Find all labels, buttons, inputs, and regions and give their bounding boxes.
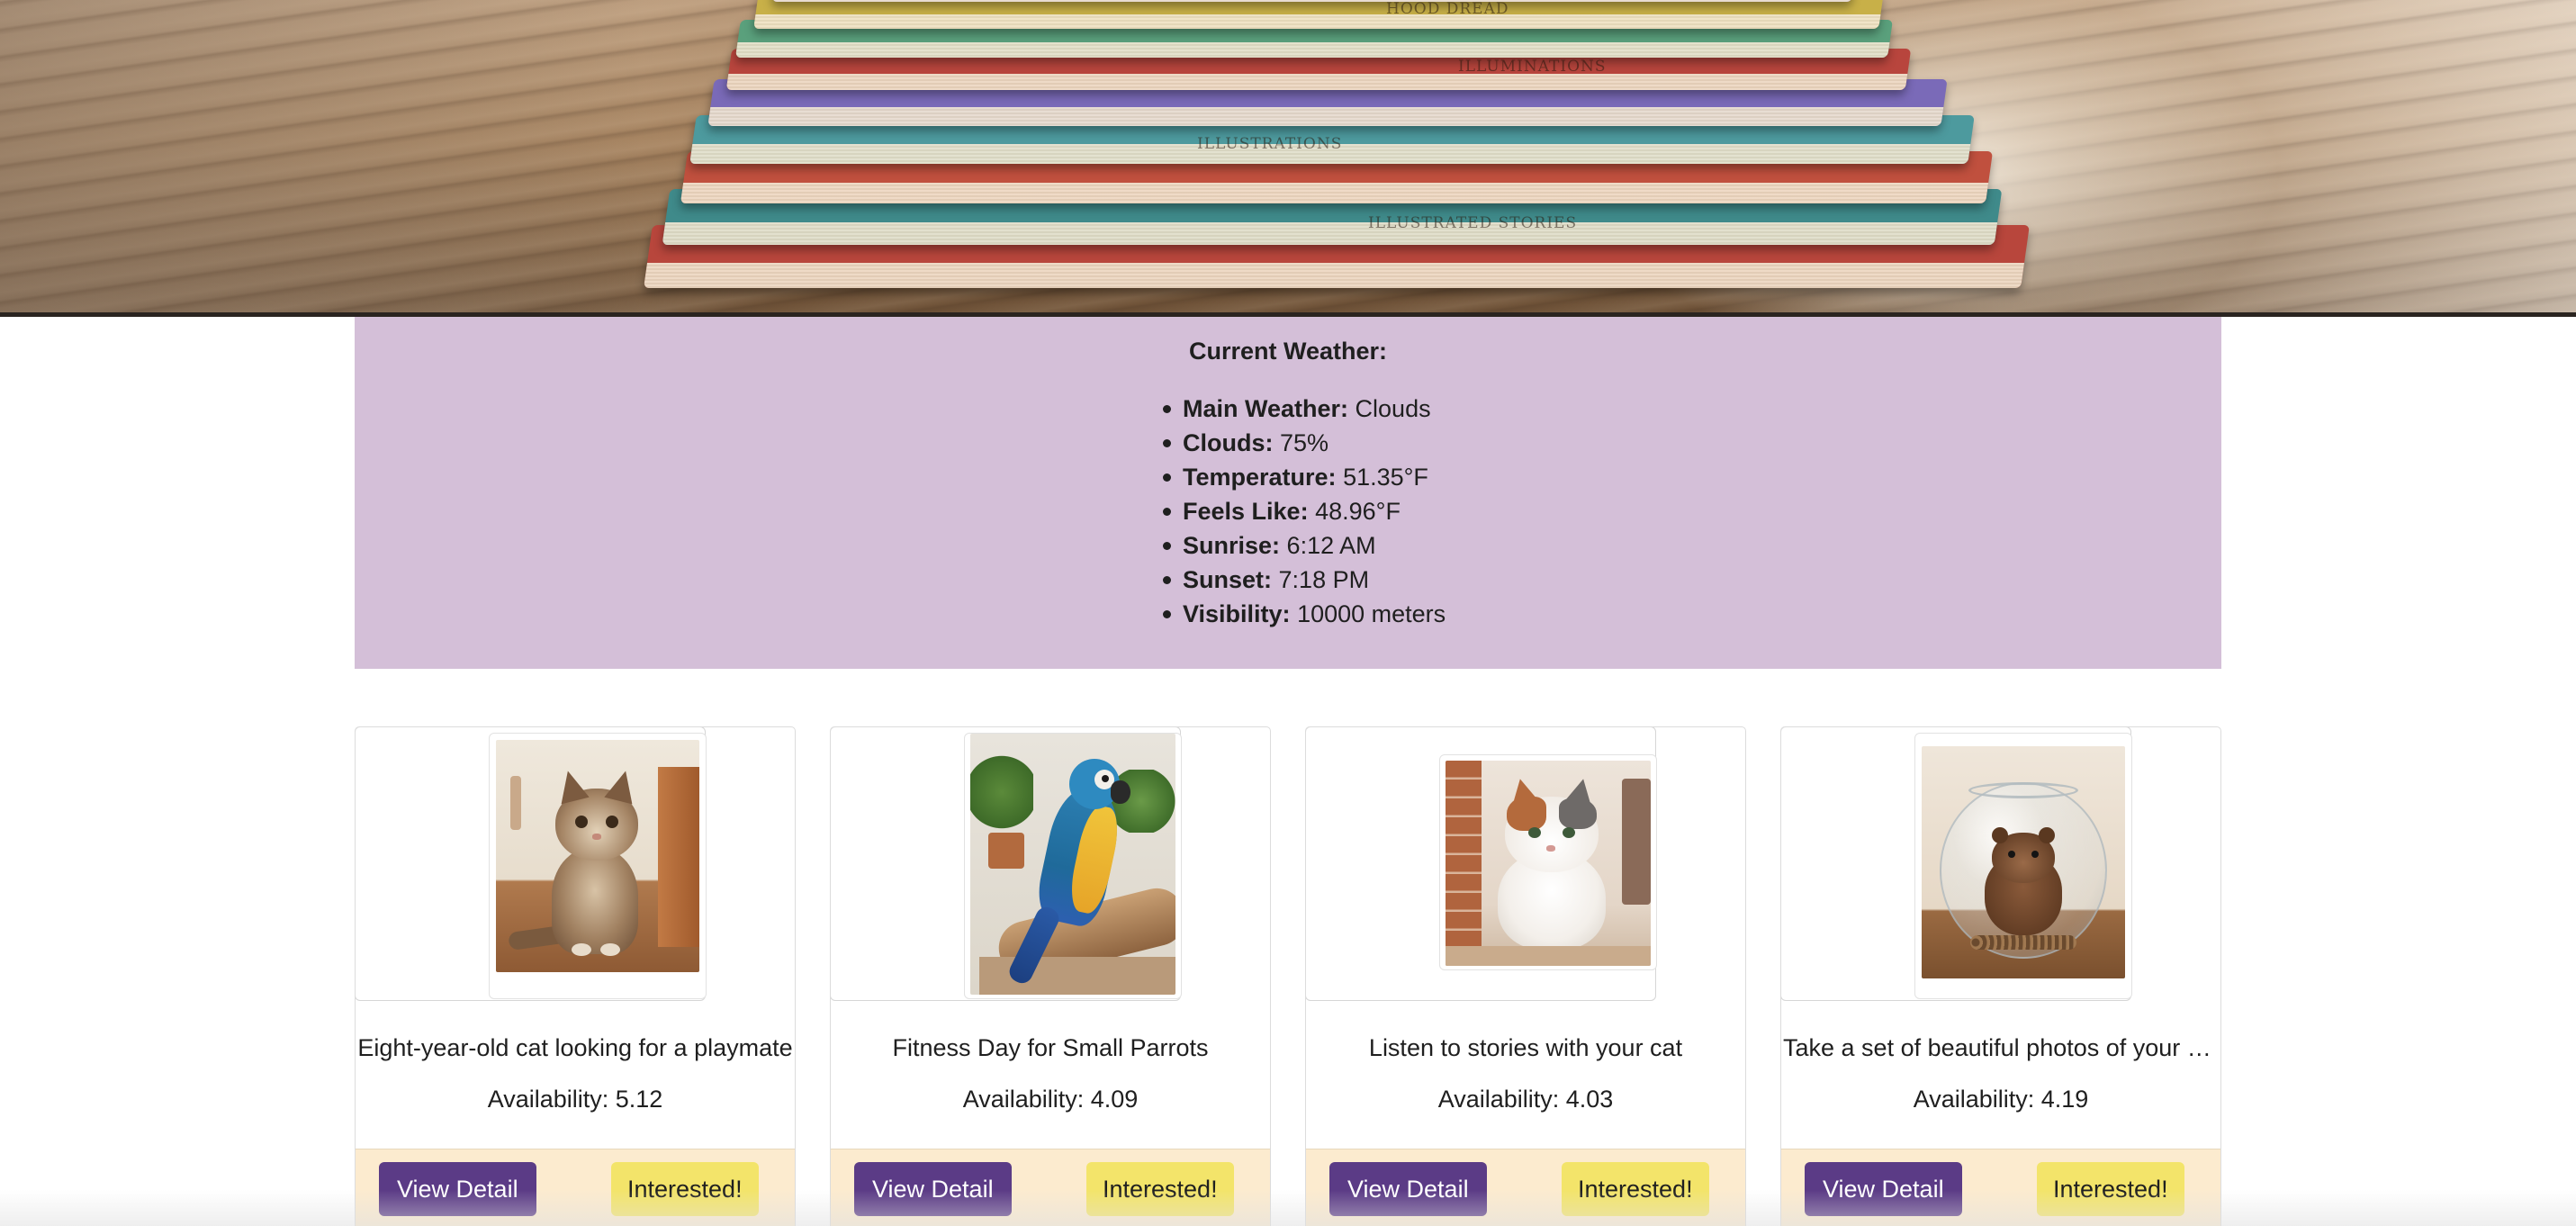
interested-button[interactable]: Interested! — [2037, 1162, 2184, 1216]
activity-card: Fitness Day for Small Parrots Availabili… — [830, 726, 1271, 1226]
weather-item-sunrise: Sunrise: 6:12 AM — [1162, 528, 1446, 563]
weather-panel: Current Weather: Main Weather: Clouds Cl… — [355, 317, 2221, 669]
card-title: Take a set of beautiful photos of your p… — [1783, 1034, 2220, 1061]
card-availability: Availability: 5.12 — [487, 1086, 663, 1113]
view-detail-button[interactable]: View Detail — [1805, 1162, 1962, 1216]
hero-banner-image: HOOD DREAD ILLUMINATIONS ILLUSTRATIONS I… — [0, 0, 2576, 317]
card-availability: Availability: 4.19 — [1913, 1086, 2089, 1113]
card-footer: View Detail Interested! — [1306, 1149, 1745, 1226]
interested-button[interactable]: Interested! — [1086, 1162, 1234, 1216]
weather-item-visibility: Visibility: 10000 meters — [1162, 597, 1446, 631]
cat-photo — [1446, 761, 1651, 966]
card-availability: Availability: 4.09 — [962, 1086, 1139, 1113]
ferret-in-bowl-photo — [1922, 746, 2125, 978]
interested-button[interactable]: Interested! — [611, 1162, 759, 1216]
card-title: Eight-year-old cat looking for a playmat… — [357, 1034, 793, 1061]
interested-button[interactable]: Interested! — [1562, 1162, 1709, 1216]
card-title: Listen to stories with your cat — [1368, 1034, 1683, 1061]
activity-card: Eight-year-old cat looking for a playmat… — [355, 726, 796, 1226]
card-availability: Availability: 4.03 — [1437, 1086, 1614, 1113]
weather-list: Main Weather: Clouds Clouds: 75% Tempera… — [1162, 392, 1446, 631]
weather-item-clouds: Clouds: 75% — [1162, 426, 1446, 460]
weather-title: Current Weather: — [1188, 338, 1388, 365]
parrot-photo — [970, 734, 1175, 995]
card-footer: View Detail Interested! — [1781, 1149, 2220, 1226]
kitten-photo — [496, 740, 699, 972]
weather-item-main: Main Weather: Clouds — [1162, 392, 1446, 426]
card-footer: View Detail Interested! — [356, 1149, 795, 1226]
card-title: Fitness Day for Small Parrots — [892, 1034, 1209, 1061]
weather-item-feels-like: Feels Like: 48.96°F — [1162, 494, 1446, 528]
card-footer: View Detail Interested! — [831, 1149, 1270, 1226]
weather-item-sunset: Sunset: 7:18 PM — [1162, 563, 1446, 597]
view-detail-button[interactable]: View Detail — [854, 1162, 1012, 1216]
activity-card: Take a set of beautiful photos of your p… — [1780, 726, 2221, 1226]
weather-item-temperature: Temperature: 51.35°F — [1162, 460, 1446, 494]
view-detail-button[interactable]: View Detail — [1329, 1162, 1487, 1216]
activity-card: Listen to stories with your cat Availabi… — [1305, 726, 1746, 1226]
view-detail-button[interactable]: View Detail — [379, 1162, 536, 1216]
